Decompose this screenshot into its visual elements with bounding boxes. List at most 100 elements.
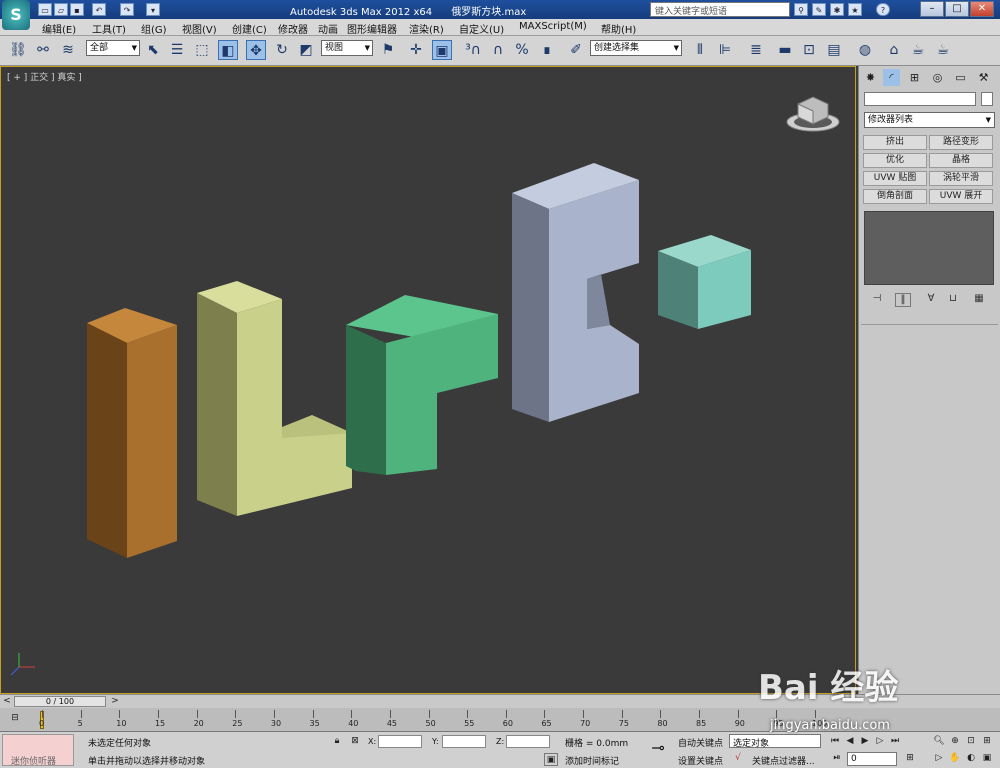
menu-help[interactable]: 帮助(H) bbox=[601, 21, 636, 36]
favorites-icon[interactable]: ★ bbox=[848, 3, 862, 16]
help-icon[interactable]: ? bbox=[876, 3, 890, 16]
field-of-view-icon[interactable]: ▷ bbox=[932, 752, 946, 765]
render-setup-icon[interactable]: ⌂ bbox=[884, 40, 904, 60]
configure-sets-icon[interactable]: ▦ bbox=[971, 293, 987, 307]
modifier-optimize-button[interactable]: 优化 bbox=[863, 153, 927, 168]
redo-icon[interactable]: ↷ bbox=[120, 3, 134, 16]
auto-key-button[interactable]: 自动关键点 bbox=[678, 736, 723, 749]
go-to-end-icon[interactable]: ⏭ bbox=[888, 735, 902, 748]
zoom-all-icon[interactable]: ⊕ bbox=[948, 735, 962, 748]
bind-space-warp-icon[interactable]: ≋ bbox=[58, 40, 78, 60]
graphite-ribbon-icon[interactable]: ▬ bbox=[775, 40, 795, 60]
menu-edit[interactable]: 编辑(E) bbox=[42, 21, 76, 36]
maximize-viewport-icon[interactable]: ▣ bbox=[980, 752, 994, 765]
display-tab-icon[interactable]: ▭ bbox=[952, 69, 969, 86]
x-coordinate-field[interactable] bbox=[378, 735, 422, 748]
schematic-view-icon[interactable]: ▤ bbox=[824, 40, 844, 60]
rendered-frame-icon[interactable]: ☕ bbox=[908, 40, 928, 60]
menu-graph-editors[interactable]: 图形编辑器 bbox=[347, 21, 397, 36]
select-manipulate-icon[interactable]: ✛ bbox=[406, 40, 426, 60]
curve-editor-icon[interactable]: ⊡ bbox=[799, 40, 819, 60]
time-slider[interactable]: 0 / 100 bbox=[14, 696, 106, 707]
modifier-stack-list[interactable] bbox=[864, 211, 994, 285]
close-button[interactable]: ✕ bbox=[970, 1, 994, 17]
communication-icon[interactable]: ✱ bbox=[830, 3, 844, 16]
create-tab-icon[interactable]: ✸ bbox=[862, 69, 879, 86]
edit-named-selection-icon[interactable]: ✐ bbox=[566, 40, 586, 60]
angle-snap-icon[interactable]: ∩ bbox=[488, 40, 508, 60]
hierarchy-tab-icon[interactable]: ⊞ bbox=[906, 69, 923, 86]
menu-create[interactable]: 创建(C) bbox=[232, 21, 267, 36]
curve-editor-mini-icon[interactable]: ⊟ bbox=[8, 712, 22, 725]
pin-stack-icon[interactable]: ⊣ bbox=[869, 293, 885, 307]
remove-modifier-icon[interactable]: ⊔ bbox=[945, 293, 961, 307]
show-end-result-icon[interactable]: ‖ bbox=[895, 293, 911, 307]
modifier-extrude-button[interactable]: 挤出 bbox=[863, 135, 927, 150]
selection-filter-dropdown[interactable]: 全部 bbox=[86, 40, 140, 56]
y-coordinate-field[interactable] bbox=[442, 735, 486, 748]
named-selection-dropdown[interactable]: 创建选择集 bbox=[590, 40, 682, 56]
object-name-field[interactable] bbox=[864, 92, 976, 106]
menu-views[interactable]: 视图(V) bbox=[182, 21, 217, 36]
key-filter-icon[interactable]: √ bbox=[731, 752, 745, 765]
tools-icon[interactable]: ✎ bbox=[812, 3, 826, 16]
pan-icon[interactable]: ✋ bbox=[948, 752, 962, 765]
perspective-viewport[interactable]: [ + ] 正交 ] 真实 ] bbox=[0, 66, 856, 694]
region-select-icon[interactable]: ⬚ bbox=[192, 40, 212, 60]
key-filters-button[interactable]: 关键点过滤器... bbox=[752, 754, 815, 767]
maxscript-listener[interactable]: 迷你侦听器 bbox=[2, 734, 74, 767]
minimize-button[interactable]: – bbox=[920, 1, 944, 17]
make-unique-icon[interactable]: ∀ bbox=[923, 293, 939, 307]
lock-selection-icon[interactable]: 🔒︎ bbox=[330, 735, 344, 748]
selected-dropdown[interactable]: 选定对象 bbox=[729, 734, 821, 749]
select-rotate-icon[interactable]: ↻ bbox=[272, 40, 292, 60]
time-next-icon[interactable]: > bbox=[108, 695, 122, 708]
absolute-mode-icon[interactable]: ⊠ bbox=[348, 735, 362, 748]
layer-manager-icon[interactable]: ≣ bbox=[746, 40, 766, 60]
binoculars-icon[interactable]: ⚲ bbox=[794, 3, 808, 16]
select-scale-icon[interactable]: ◩ bbox=[296, 40, 316, 60]
modifier-uvw-map-button[interactable]: UVW 贴图 bbox=[863, 171, 927, 186]
keyboard-shortcut-override-icon[interactable]: ▣ bbox=[432, 40, 452, 60]
add-time-tag[interactable]: 添加时间标记 bbox=[565, 754, 619, 767]
go-to-start-icon[interactable]: ⏮ bbox=[828, 735, 842, 748]
window-crossing-icon[interactable]: ◧ bbox=[218, 40, 238, 60]
menu-rendering[interactable]: 渲染(R) bbox=[409, 21, 444, 36]
current-frame-field[interactable]: 0 bbox=[847, 752, 897, 766]
menu-group[interactable]: 组(G) bbox=[141, 21, 167, 36]
maximize-button[interactable]: □ bbox=[945, 1, 969, 17]
render-production-icon[interactable]: ☕ bbox=[933, 40, 953, 60]
select-move-icon[interactable]: ✥ bbox=[246, 40, 266, 60]
mirror-icon[interactable]: ⫴ bbox=[690, 40, 710, 60]
modifier-bevel-profile-button[interactable]: 倒角剖面 bbox=[863, 189, 927, 204]
time-tag-icon[interactable]: ▣ bbox=[544, 753, 558, 766]
motion-tab-icon[interactable]: ◎ bbox=[929, 69, 946, 86]
modifier-turbosmooth-button[interactable]: 涡轮平滑 bbox=[929, 171, 993, 186]
menu-modifiers[interactable]: 修改器 bbox=[278, 21, 308, 36]
zoom-extents-icon[interactable]: ⊡ bbox=[964, 735, 978, 748]
link-icon[interactable]: ⛓ bbox=[8, 40, 28, 60]
time-config-icon[interactable]: ⊞ bbox=[903, 752, 917, 765]
save-file-icon[interactable]: ▪ bbox=[70, 3, 84, 16]
select-by-name-icon[interactable]: ☰ bbox=[167, 40, 187, 60]
next-frame-icon[interactable]: ▷ bbox=[873, 735, 887, 748]
reference-coordinate-dropdown[interactable]: 视图 bbox=[321, 40, 373, 56]
menu-maxscript[interactable]: MAXScript(M) bbox=[519, 21, 587, 32]
play-icon[interactable]: ▶ bbox=[858, 735, 872, 748]
modifier-uvw-unwrap-button[interactable]: UVW 展开 bbox=[929, 189, 993, 204]
modify-tab-icon[interactable]: ◜ bbox=[883, 69, 900, 86]
new-file-icon[interactable]: ▭ bbox=[38, 3, 52, 16]
quick-access-dropdown-icon[interactable]: ▾ bbox=[146, 3, 160, 16]
modifier-path-deform-button[interactable]: 路径变形 bbox=[929, 135, 993, 150]
open-file-icon[interactable]: ▱ bbox=[54, 3, 68, 16]
zoom-icon[interactable]: 🔍︎ bbox=[932, 735, 946, 748]
menu-tools[interactable]: 工具(T) bbox=[92, 21, 126, 36]
time-prev-icon[interactable]: < bbox=[0, 695, 14, 708]
object-color-swatch[interactable] bbox=[981, 92, 993, 106]
modifier-list-dropdown[interactable]: 修改器列表 bbox=[864, 112, 995, 128]
prev-frame-icon[interactable]: ◀ bbox=[843, 735, 857, 748]
search-input[interactable]: 键入关键字或短语 bbox=[650, 2, 790, 17]
snaps-toggle-icon[interactable]: ³∩ bbox=[463, 40, 483, 60]
set-key-icon[interactable]: ⊸ bbox=[645, 738, 671, 762]
menu-customize[interactable]: 自定义(U) bbox=[459, 21, 504, 36]
